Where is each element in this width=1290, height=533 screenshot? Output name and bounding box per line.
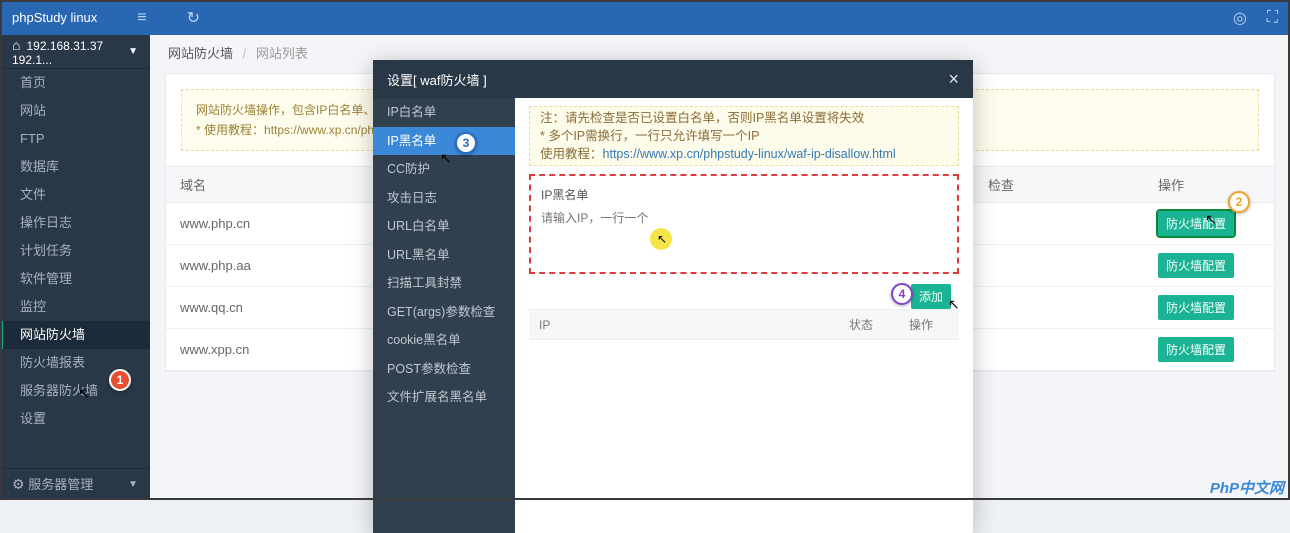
- topbar: phpStudy linux ≡ ↻ ◎ ⛶: [0, 0, 1290, 35]
- sidebar-item-waf[interactable]: 网站防火墙: [0, 321, 150, 349]
- sidebar-item-monitor[interactable]: 监控: [0, 293, 150, 321]
- sidebar-item-websites[interactable]: 网站: [0, 97, 150, 125]
- sidebar-footer-server-manage[interactable]: ⚙ 服务器管理 ▼: [0, 468, 150, 500]
- ms-item-post-check[interactable]: POST参数检查: [373, 355, 515, 384]
- col-actions: 操作: [1144, 167, 1274, 203]
- ms-item-cookie-blacklist[interactable]: cookie黑名单: [373, 326, 515, 355]
- ms-item-get-check[interactable]: GET(args)参数检查: [373, 298, 515, 327]
- add-button[interactable]: 添加: [911, 284, 951, 309]
- cursor-icon: ↖: [948, 296, 960, 313]
- waf-settings-modal: 设置[ waf防火墙 ] × IP白名单 IP黑名单 CC防护 攻击日志 URL…: [373, 60, 973, 533]
- server-ip-bar[interactable]: ⌂192.168.31.37 192.1... ▼: [0, 35, 150, 69]
- config-waf-button[interactable]: 防火墙配置: [1158, 337, 1234, 362]
- sidebar: ⌂192.168.31.37 192.1... ▼ 首页 网站 FTP 数据库 …: [0, 35, 150, 500]
- breadcrumb-current: 网站列表: [256, 46, 308, 61]
- sidebar-item-cron[interactable]: 计划任务: [0, 237, 150, 265]
- col-status: 状态: [839, 310, 899, 340]
- home-icon: ⌂: [12, 37, 20, 53]
- config-waf-button[interactable]: 防火墙配置: [1158, 253, 1234, 278]
- annotation-badge-1: 1: [109, 369, 131, 391]
- col-actions: 操作: [899, 310, 959, 340]
- ip-list-table: IP 状态 操作: [529, 309, 959, 340]
- ms-item-ext-blacklist[interactable]: 文件扩展名黑名单: [373, 383, 515, 412]
- gear-icon: ⚙: [12, 476, 25, 492]
- ip-blacklist-box: IP黑名单: [529, 174, 959, 274]
- watermark: PhP中文网: [1210, 477, 1284, 498]
- dropdown-caret-icon: ▼: [128, 46, 138, 57]
- sidebar-item-ftp[interactable]: FTP: [0, 125, 150, 153]
- sidebar-item-logs[interactable]: 操作日志: [0, 209, 150, 237]
- menu-toggle-icon[interactable]: ≡: [137, 9, 146, 27]
- blacklist-title: IP黑名单: [541, 186, 947, 203]
- dashboard-icon[interactable]: ◎: [1233, 8, 1247, 28]
- col-check: 检查: [974, 167, 1144, 203]
- ms-item-attack-log[interactable]: 攻击日志: [373, 184, 515, 213]
- warning-box: 注：请先检查是否已设置白名单，否则IP黑名单设置将失效 * 多个IP需换行，一行…: [529, 106, 959, 166]
- cursor-icon: ↖: [78, 385, 90, 402]
- ms-item-url-whitelist[interactable]: URL白名单: [373, 212, 515, 241]
- caret-down-icon: ▼: [128, 469, 138, 501]
- refresh-icon[interactable]: ↻: [187, 8, 200, 28]
- sidebar-item-software[interactable]: 软件管理: [0, 265, 150, 293]
- ms-item-scan-ban[interactable]: 扫描工具封禁: [373, 269, 515, 298]
- cursor-icon: ↖: [440, 150, 452, 167]
- ip-blacklist-input[interactable]: [541, 209, 947, 262]
- annotation-badge-2: 2: [1228, 191, 1250, 213]
- config-waf-button[interactable]: 防火墙配置: [1158, 295, 1234, 320]
- ms-item-url-blacklist[interactable]: URL黑名单: [373, 241, 515, 270]
- brand-title: phpStudy linux: [12, 10, 97, 25]
- modal-close-icon[interactable]: ×: [948, 69, 959, 90]
- tutorial-link[interactable]: https://www.xp.cn/phpstudy-linux/waf-ip-…: [603, 147, 896, 161]
- sidebar-item-home[interactable]: 首页: [0, 69, 150, 97]
- fullscreen-icon[interactable]: ⛶: [1267, 9, 1278, 27]
- col-ip: IP: [529, 310, 839, 340]
- annotation-badge-3: 3: [455, 132, 477, 154]
- ms-item-ip-whitelist[interactable]: IP白名单: [373, 98, 515, 127]
- cursor-icon: ↖: [1205, 211, 1217, 228]
- breadcrumb-root[interactable]: 网站防火墙: [168, 46, 233, 61]
- annotation-badge-4: 4: [891, 283, 913, 305]
- modal-title: 设置[ waf防火墙 ]: [387, 70, 487, 89]
- cursor-highlight: ↖: [650, 228, 672, 250]
- sidebar-item-database[interactable]: 数据库: [0, 153, 150, 181]
- config-waf-button[interactable]: 防火墙配置: [1158, 211, 1234, 236]
- sidebar-item-settings[interactable]: 设置: [0, 405, 150, 433]
- sidebar-item-files[interactable]: 文件: [0, 181, 150, 209]
